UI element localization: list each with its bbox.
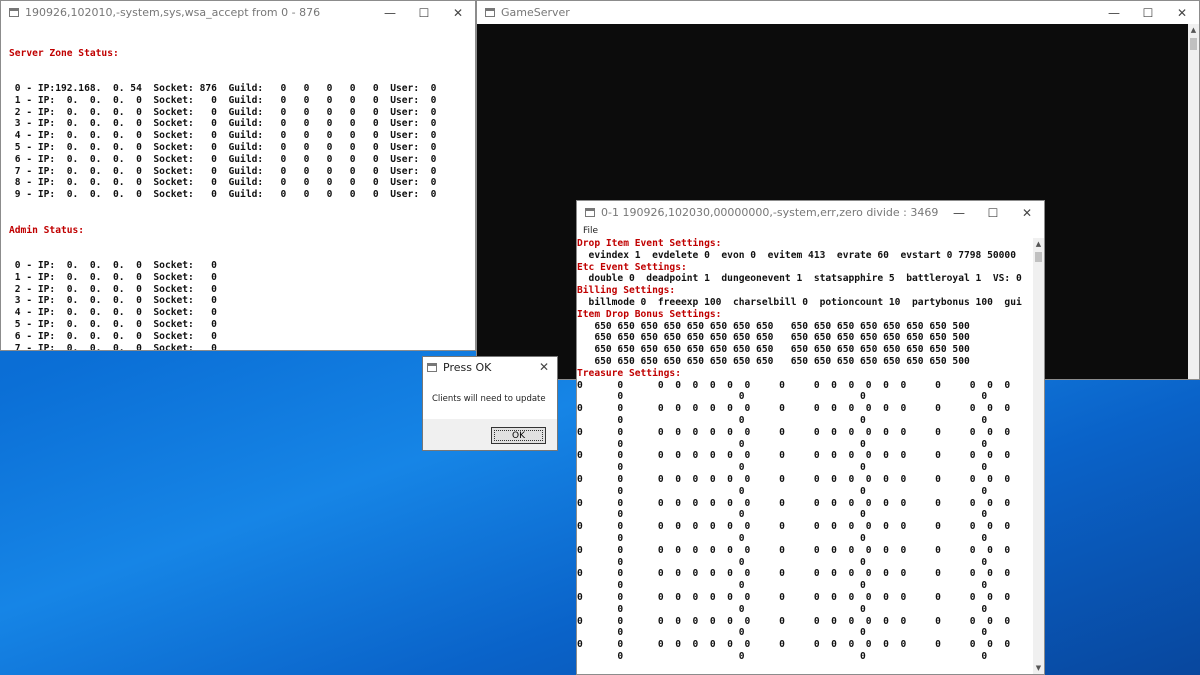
minimize-icon[interactable]: — <box>1097 1 1131 24</box>
close-icon[interactable]: ✕ <box>1010 201 1044 224</box>
minimize-icon[interactable]: — <box>373 1 407 24</box>
close-icon[interactable]: ✕ <box>441 1 475 24</box>
scroll-up-icon[interactable]: ▲ <box>1188 24 1199 36</box>
window-title: 0-1 190926,102030,00000000,-system,err,z… <box>601 206 939 219</box>
admin-status-row: 4 - IP: 0. 0. 0. 0 Socket: 0 <box>9 307 217 319</box>
settings-line: 0 0 0 0 0 0 0 0 0 0 0 0 0 0 0 0 0 0 0 <box>577 497 1011 509</box>
minimize-icon[interactable]: — <box>942 201 976 224</box>
settings-line: 0 0 0 0 <box>577 650 988 662</box>
settings-section-header: Etc Event Settings: <box>577 261 687 273</box>
menu-bar: File <box>577 224 1044 238</box>
server-status-window[interactable]: 190926,102010,-system,sys,wsa_accept fro… <box>0 0 476 351</box>
settings-line: 0 0 0 0 0 0 0 0 0 0 0 0 0 0 0 0 0 0 0 <box>577 615 1011 627</box>
app-window-icon <box>485 8 495 17</box>
settings-line: 0 0 0 0 <box>577 603 988 615</box>
gameserver-titlebar[interactable]: GameServer — ☐ ✕ <box>477 1 1199 24</box>
admin-status-header: Admin Status: <box>9 224 85 236</box>
admin-status-row: 6 - IP: 0. 0. 0. 0 Socket: 0 <box>9 330 217 342</box>
scroll-up-icon[interactable]: ▲ <box>1033 238 1044 250</box>
admin-status-row: 3 - IP: 0. 0. 0. 0 Socket: 0 <box>9 295 217 307</box>
settings-line: 0 0 0 0 0 0 0 0 0 0 0 0 0 0 0 0 0 0 0 <box>577 591 1011 603</box>
settings-line: 650 650 650 650 650 650 650 650 650 650 … <box>577 344 970 356</box>
scroll-thumb[interactable] <box>1190 38 1197 50</box>
admin-status-row: 1 - IP: 0. 0. 0. 0 Socket: 0 <box>9 271 217 283</box>
settings-line: 0 0 0 0 <box>577 438 988 450</box>
settings-section-header: Item Drop Bonus Settings: <box>577 308 722 320</box>
settings-log: Drop Item Event Settings: evindex 1 evde… <box>577 238 1033 674</box>
admin-status-row: 7 - IP: 0. 0. 0. 0 Socket: 0 <box>9 342 217 351</box>
settings-line: 0 0 0 0 <box>577 462 988 474</box>
dialog-titlebar[interactable]: Press OK ✕ <box>423 357 557 377</box>
settings-line: 0 0 0 0 0 0 0 0 0 0 0 0 0 0 0 0 0 0 0 <box>577 403 1011 415</box>
maximize-icon[interactable]: ☐ <box>407 1 441 24</box>
settings-line: 0 0 0 0 0 0 0 0 0 0 0 0 0 0 0 0 0 0 0 <box>577 568 1011 580</box>
window-title: 190926,102010,-system,sys,wsa_accept fro… <box>25 6 321 19</box>
server-zone-row: 1 - IP: 0. 0. 0. 0 Socket: 0 Guild: 0 0 … <box>9 94 437 106</box>
settings-line: 0 0 0 0 <box>577 580 988 592</box>
settings-line: 0 0 0 0 0 0 0 0 0 0 0 0 0 0 0 0 0 0 0 <box>577 639 1011 651</box>
press-ok-dialog[interactable]: Press OK ✕ Clients will need to update O… <box>422 356 558 451</box>
server-zone-row: 4 - IP: 0. 0. 0. 0 Socket: 0 Guild: 0 0 … <box>9 130 437 142</box>
settings-line: double 0 deadpoint 1 dungeonevent 1 stat… <box>577 273 1022 285</box>
admin-status-row: 5 - IP: 0. 0. 0. 0 Socket: 0 <box>9 318 217 330</box>
server-zone-row: 0 - IP:192.168. 0. 54 Socket: 876 Guild:… <box>9 82 437 94</box>
settings-section-header: Drop Item Event Settings: <box>577 238 722 249</box>
settings-line: 0 0 0 0 0 0 0 0 0 0 0 0 0 0 0 0 0 0 0 <box>577 473 1011 485</box>
settings-section-header: Treasure Settings: <box>577 367 681 379</box>
admin-status-row: 0 - IP: 0. 0. 0. 0 Socket: 0 <box>9 259 217 271</box>
server-zone-header: Server Zone Status: <box>9 47 119 59</box>
admin-status-row: 2 - IP: 0. 0. 0. 0 Socket: 0 <box>9 283 217 295</box>
settings-line: 0 0 0 0 <box>577 414 988 426</box>
settings-line: 0 0 0 0 <box>577 532 988 544</box>
settings-line: 0 0 0 0 <box>577 485 988 497</box>
settings-line: 0 0 0 0 <box>577 391 988 403</box>
server-zone-row: 3 - IP: 0. 0. 0. 0 Socket: 0 Guild: 0 0 … <box>9 118 437 130</box>
settings-line: 0 0 0 0 0 0 0 0 0 0 0 0 0 0 0 0 0 0 0 <box>577 521 1011 533</box>
server-zone-row: 9 - IP: 0. 0. 0. 0 Socket: 0 Guild: 0 0 … <box>9 189 437 201</box>
window-title: GameServer <box>501 6 570 19</box>
server-zone-row: 5 - IP: 0. 0. 0. 0 Socket: 0 Guild: 0 0 … <box>9 141 437 153</box>
settings-line: 0 0 0 0 <box>577 556 988 568</box>
settings-line: evindex 1 evdelete 0 evon 0 evitem 413 e… <box>577 249 1016 261</box>
app-window-icon <box>427 362 437 372</box>
settings-log-window[interactable]: 0-1 190926,102030,00000000,-system,err,z… <box>576 200 1045 675</box>
maximize-icon[interactable]: ☐ <box>1131 1 1165 24</box>
server-zone-row: 8 - IP: 0. 0. 0. 0 Socket: 0 Guild: 0 0 … <box>9 177 437 189</box>
settings-line: 0 0 0 0 0 0 0 0 0 0 0 0 0 0 0 0 0 0 0 <box>577 544 1011 556</box>
settings-line: billmode 0 freeexp 100 charselbill 0 pot… <box>577 296 1022 308</box>
menu-file[interactable]: File <box>583 226 598 236</box>
dialog-footer: OK <box>423 419 557 450</box>
ok-button[interactable]: OK <box>491 427 546 444</box>
close-icon[interactable]: ✕ <box>1165 1 1199 24</box>
server-zone-rows: 0 - IP:192.168. 0. 54 Socket: 876 Guild:… <box>9 82 437 201</box>
settings-line: 650 650 650 650 650 650 650 650 650 650 … <box>577 320 970 332</box>
dialog-message: Clients will need to update <box>432 394 546 404</box>
vertical-scrollbar[interactable]: ▲ <box>1188 24 1199 379</box>
admin-status-rows: 0 - IP: 0. 0. 0. 0 Socket: 0 1 - IP: 0. … <box>9 259 436 351</box>
scroll-thumb[interactable] <box>1035 252 1042 262</box>
dialog-title: Press OK <box>443 360 492 374</box>
settings-line: 0 0 0 0 0 0 0 0 0 0 0 0 0 0 0 0 0 0 0 <box>577 379 1011 391</box>
settings-line: 650 650 650 650 650 650 650 650 650 650 … <box>577 355 970 367</box>
settings-line: 0 0 0 0 <box>577 509 988 521</box>
settings-line: 0 0 0 0 0 0 0 0 0 0 0 0 0 0 0 0 0 0 0 <box>577 426 1011 438</box>
settings-section-header: Billing Settings: <box>577 285 676 297</box>
server-status-log: Server Zone Status: 0 - IP:192.168. 0. 5… <box>9 24 437 351</box>
settings-log-titlebar[interactable]: 0-1 190926,102030,00000000,-system,err,z… <box>577 201 1044 224</box>
app-window-icon <box>9 8 19 17</box>
close-icon[interactable]: ✕ <box>531 357 557 377</box>
server-zone-row: 7 - IP: 0. 0. 0. 0 Socket: 0 Guild: 0 0 … <box>9 165 437 177</box>
app-window-icon <box>585 208 595 217</box>
settings-line: 650 650 650 650 650 650 650 650 650 650 … <box>577 332 970 344</box>
vertical-scrollbar[interactable]: ▲ ▼ <box>1033 238 1044 674</box>
scroll-down-icon[interactable]: ▼ <box>1033 662 1044 674</box>
server-status-titlebar[interactable]: 190926,102010,-system,sys,wsa_accept fro… <box>1 1 475 24</box>
settings-line: 0 0 0 0 <box>577 627 988 639</box>
maximize-icon[interactable]: ☐ <box>976 201 1010 224</box>
settings-line: 0 0 0 0 0 0 0 0 0 0 0 0 0 0 0 0 0 0 0 <box>577 450 1011 462</box>
server-zone-row: 6 - IP: 0. 0. 0. 0 Socket: 0 Guild: 0 0 … <box>9 153 437 165</box>
server-zone-row: 2 - IP: 0. 0. 0. 0 Socket: 0 Guild: 0 0 … <box>9 106 437 118</box>
